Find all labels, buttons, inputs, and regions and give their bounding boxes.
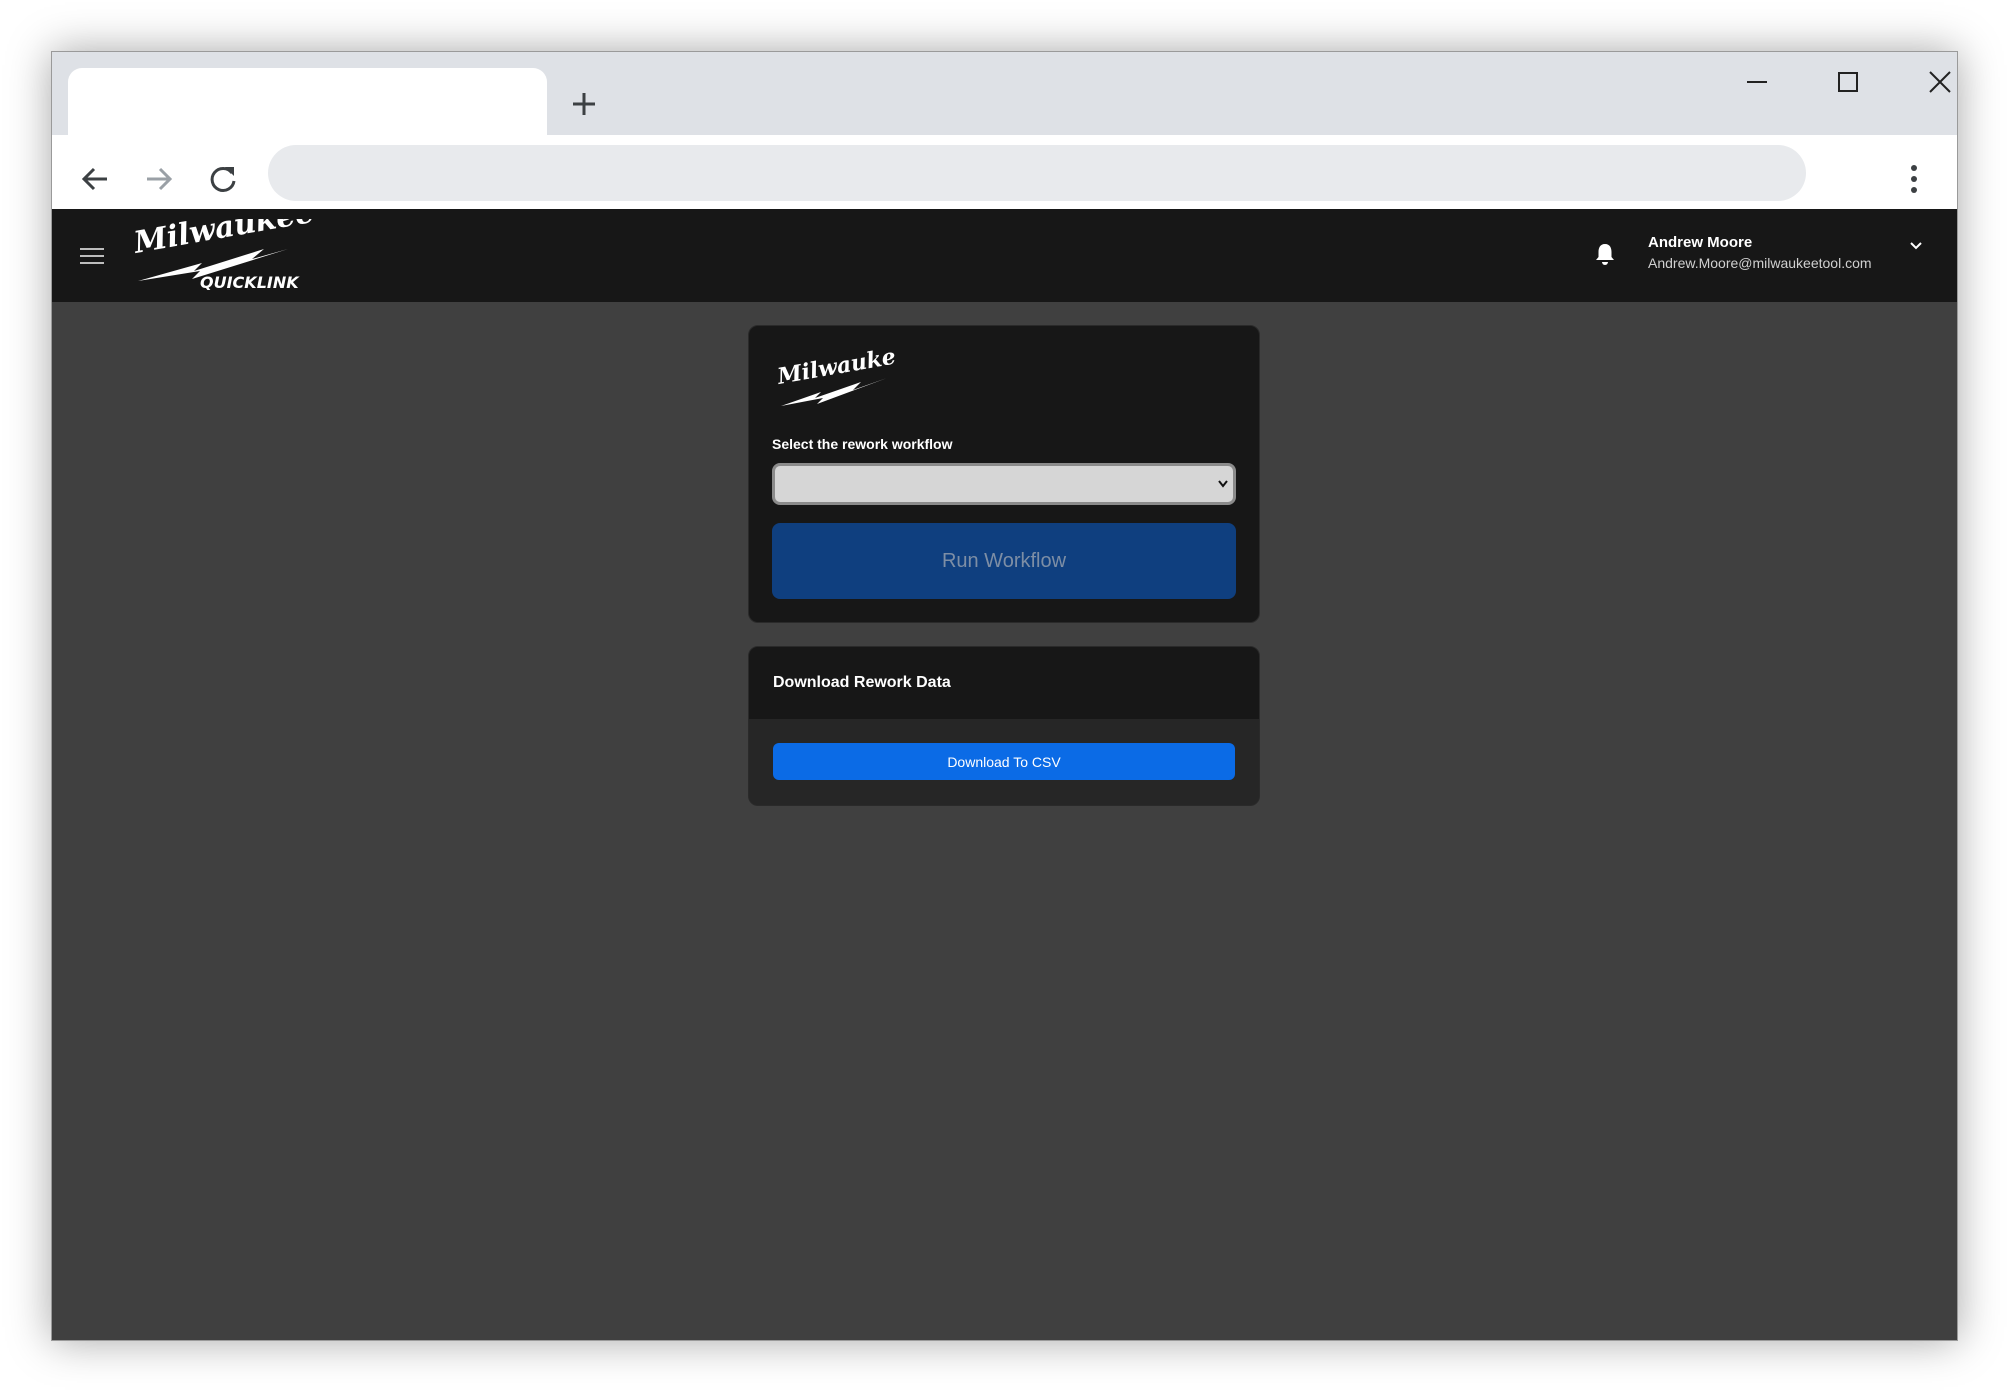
- new-tab-button[interactable]: [562, 82, 606, 126]
- back-button[interactable]: [71, 155, 119, 203]
- address-bar[interactable]: [268, 145, 1806, 201]
- svg-text:QUICKLINK: QUICKLINK: [200, 273, 300, 291]
- minimize-button[interactable]: [1727, 62, 1787, 102]
- browser-window: Milwaukee QUICKLINK Andrew Moore Andrew.…: [51, 51, 1958, 1341]
- svg-text:Milwaukee: Milwaukee: [132, 219, 317, 261]
- user-menu-toggle[interactable]: [1905, 235, 1927, 257]
- arrow-left-icon: [81, 167, 107, 191]
- plus-icon: [573, 93, 595, 115]
- chevron-down-icon: [1910, 242, 1922, 250]
- milwaukee-quicklink-logo[interactable]: Milwaukee QUICKLINK: [132, 219, 332, 291]
- user-email: Andrew.Moore@milwaukeetool.com: [1648, 255, 1872, 271]
- close-window-button[interactable]: [1910, 62, 1957, 102]
- reload-icon: [210, 166, 236, 192]
- hamburger-icon[interactable]: [80, 239, 104, 273]
- rework-workflow-card: Milwaukee Select the rework workflow Run…: [748, 325, 1260, 623]
- download-csv-button[interactable]: Download To CSV: [773, 743, 1235, 780]
- workflow-select[interactable]: [772, 463, 1236, 505]
- maximize-icon: [1838, 72, 1858, 92]
- milwaukee-logo: Milwaukee: [777, 350, 895, 406]
- arrow-right-icon: [147, 167, 173, 191]
- download-card-header: Download Rework Data: [749, 647, 1259, 719]
- reload-button[interactable]: [199, 155, 247, 203]
- forward-button[interactable]: [135, 155, 183, 203]
- minimize-icon: [1747, 81, 1767, 83]
- user-name: Andrew Moore: [1648, 234, 1753, 251]
- run-workflow-button[interactable]: Run Workflow: [772, 523, 1236, 599]
- notifications-button[interactable]: [1590, 239, 1620, 269]
- tab-strip: [52, 52, 1957, 135]
- app-header: Milwaukee QUICKLINK Andrew Moore Andrew.…: [52, 209, 1957, 302]
- bell-icon: [1596, 244, 1614, 265]
- close-icon: [1929, 71, 1951, 93]
- user-info[interactable]: Andrew Moore Andrew.Moore@milwaukeetool.…: [1648, 233, 1872, 273]
- workflow-select-label: Select the rework workflow: [772, 436, 953, 452]
- vertical-dots-icon: [1911, 165, 1917, 193]
- download-card-title: Download Rework Data: [773, 674, 951, 691]
- browser-menu-button[interactable]: [1890, 155, 1938, 203]
- svg-text:Milwaukee: Milwaukee: [777, 350, 895, 390]
- maximize-button[interactable]: [1818, 62, 1878, 102]
- download-rework-card: Download Rework Data Download To CSV: [748, 646, 1260, 806]
- browser-tab[interactable]: [68, 68, 547, 135]
